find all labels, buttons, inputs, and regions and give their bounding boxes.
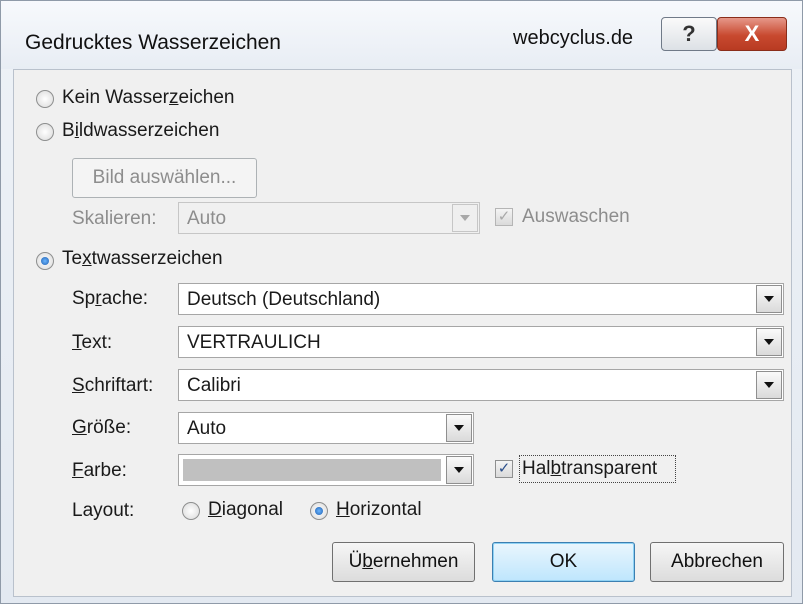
text-watermark-label[interactable]: Textwasserzeichen [62,248,223,270]
washout-label: Auswaschen [522,206,630,227]
dialog-window: Gedrucktes Wasserzeichen webcyclus.de ? … [0,0,803,604]
color-dropdown[interactable] [178,454,474,486]
chevron-down-icon[interactable] [756,285,782,313]
chevron-down-icon[interactable] [756,328,782,356]
horizontal-label[interactable]: Horizontal [336,499,422,521]
help-icon: ? [682,21,696,46]
scale-label: Skalieren: [72,208,157,229]
radio-picture-watermark[interactable] [36,123,54,141]
size-label: Größe: [72,417,132,438]
size-value: Auto [187,418,227,439]
help-button[interactable]: ? [661,17,717,51]
semitransparent-checkbox[interactable]: ✓ [495,460,513,478]
text-value: VERTRAULICH [187,332,321,353]
close-button[interactable]: X [717,17,787,51]
text-label: Text: [72,332,113,353]
title-bar[interactable]: Gedrucktes Wasserzeichen webcyclus.de ? … [1,1,802,69]
check-icon: ✓ [497,208,511,225]
radio-layout-diagonal[interactable] [182,502,200,520]
language-value: Deutsch (Deutschland) [187,289,381,310]
ok-button[interactable]: OK [492,542,635,582]
apply-button[interactable]: Üb ernehmen [332,542,475,582]
radio-no-watermark[interactable] [36,90,54,108]
radio-text-watermark[interactable] [36,252,54,270]
dialog-content: Kein Wasserzeichen Bildwasserzeichen Bil… [13,69,792,597]
chevron-down-icon[interactable] [756,371,782,399]
scale-value: Auto [187,208,227,229]
site-watermark: webcyclus.de [513,27,634,49]
font-label: Schriftart: [72,375,154,396]
color-label: Farbe: [72,460,127,481]
text-dropdown[interactable]: VERTRAULICH [178,326,784,358]
chevron-down-icon[interactable] [452,204,478,232]
focus-indicator [519,455,676,483]
layout-label: Layout: [72,500,135,521]
scale-dropdown[interactable]: Auto [178,202,480,234]
font-value: Calibri [187,375,241,396]
language-label: Sprache: [72,288,149,309]
close-icon: X [744,21,760,46]
check-icon: ✓ [497,460,511,477]
size-dropdown[interactable]: Auto [178,412,474,444]
chevron-down-icon[interactable] [446,456,472,484]
window-title: Gedrucktes Wasserzeichen [25,31,281,54]
font-dropdown[interactable]: Calibri [178,369,784,401]
color-swatch [183,459,441,481]
cancel-button[interactable]: Abbrechen [650,542,784,582]
chevron-down-icon[interactable] [446,414,472,442]
select-picture-button[interactable]: Bild auswählen... [72,158,257,198]
washout-checkbox[interactable]: ✓ [495,208,513,226]
picture-watermark-label[interactable]: Bildwasserzeichen [62,120,219,142]
radio-layout-horizontal[interactable] [310,502,328,520]
diagonal-label[interactable]: Diagonal [208,499,283,521]
language-dropdown[interactable]: Deutsch (Deutschland) [178,283,784,315]
no-watermark-label[interactable]: Kein Wasserzeichen [62,87,235,109]
